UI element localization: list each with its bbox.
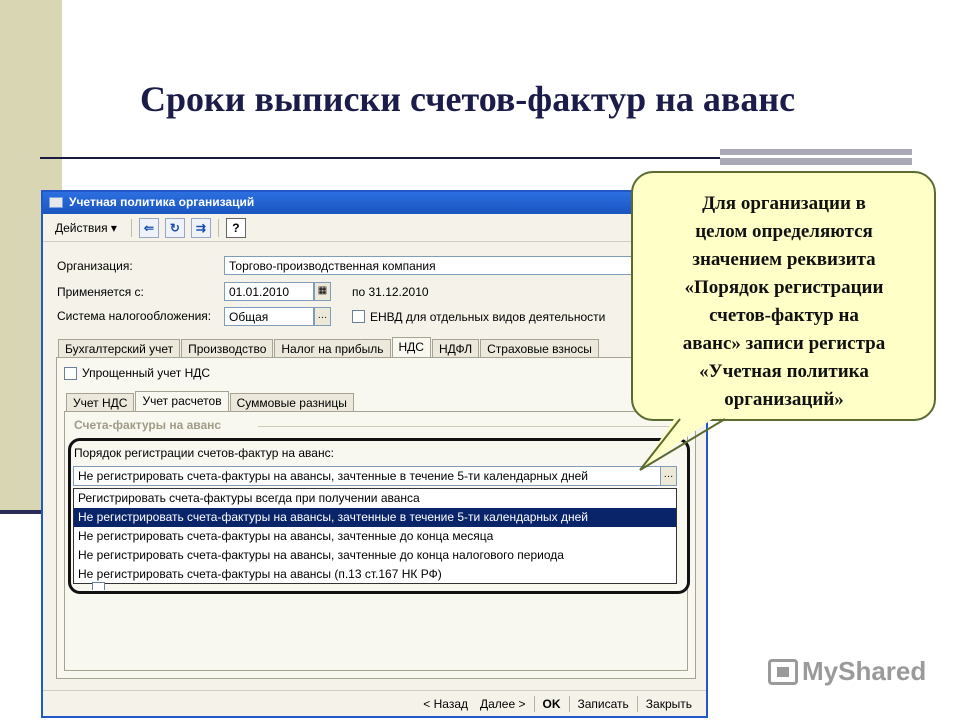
applies-from-date-field[interactable]: 01.01.2010 [224,282,314,301]
back-button[interactable]: < Назад [417,695,474,713]
footer-separator [636,695,638,712]
callout-line: «Порядок регистрации [684,277,884,298]
tax-system-field[interactable]: Общая [224,307,314,326]
watermark: MyShared [768,656,926,687]
advance-invoices-group-title: Счета-фактуры на аванс [74,418,222,432]
toolbar-separator [130,218,132,237]
back-arrow-icon[interactable]: ⇐ [138,217,159,238]
simplified-vat-label: Упрощенный учет НДС [82,366,211,380]
callout-line: счетов-фактур на [709,305,859,326]
main-tabs: Бухгалтерский учет Производство Налог на… [58,337,600,357]
applies-from-label: Применяется с: [57,285,144,299]
tab-insurance-contributions[interactable]: Страховые взносы [480,339,599,357]
actions-menu-button[interactable]: Действия ▾ [49,219,123,237]
ok-button[interactable]: OK [537,695,567,713]
callout-line: «Учетная политика [699,361,869,382]
organization-label: Организация: [57,259,133,273]
subtab-vat-accounting[interactable]: Учет НДС [66,393,135,411]
callout-line: Для организации в [702,193,866,214]
slide-title: Сроки выписки счетов-фактур на аванс [140,79,796,119]
footer-separator [568,695,570,712]
callout-line: организаций» [724,389,844,410]
window-icon [49,197,63,208]
callout-line: значением реквизита [692,249,876,270]
title-underline [40,157,720,159]
tax-system-label: Система налогообложения: [57,309,212,323]
envd-label: ЕНВД для отдельных видов деятельности [370,310,606,324]
footer-separator [533,695,535,712]
subtab-sum-differences[interactable]: Суммовые разницы [229,393,354,411]
decorative-gray-bar [720,149,912,165]
subtab-settlements[interactable]: Учет расчетов [135,391,229,411]
go-to-icon[interactable]: ⇉ [190,217,211,238]
window-footer: < Назад Далее > OK Записать Закрыть [43,684,706,716]
tax-system-select-button[interactable]: … [314,307,331,326]
organization-field[interactable]: Торгово-производственная компания [224,256,634,275]
simplified-vat-checkbox[interactable] [64,367,77,380]
tab-personal-income-tax[interactable]: НДФЛ [431,339,480,357]
window-title: Учетная политика организаций [69,195,255,209]
watermark-text: MyShared [802,656,927,686]
tab-vat[interactable]: НДС [391,337,431,357]
callout-line: целом определяются [695,221,873,242]
toolbar-separator [217,218,219,237]
window-title-bar[interactable]: Учетная политика организаций [43,192,706,214]
save-button[interactable]: Записать [572,695,635,713]
tab-profit-tax[interactable]: Налог на прибыль [274,339,391,357]
envd-checkbox[interactable] [352,310,365,323]
next-button[interactable]: Далее > [474,695,532,713]
window-bottom-bar: < Назад Далее > OK Записать Закрыть [43,690,706,716]
callout-line: аванс» записи регистра [682,333,886,354]
applies-to-label: по 31.12.2010 [352,285,429,299]
vat-subtabs: Учет НДС Учет расчетов Суммовые разницы [66,391,355,411]
watermark-logo-icon [768,658,798,685]
help-button[interactable]: ? [225,217,246,238]
close-button[interactable]: Закрыть [640,695,698,713]
calendar-icon[interactable]: ▦ [314,282,331,301]
group-divider [258,426,678,427]
highlight-frame [68,438,690,594]
refresh-icon[interactable]: ↻ [164,217,185,238]
tab-accounting[interactable]: Бухгалтерский учет [58,339,181,357]
toolbar: Действия ▾ ⇐ ↻ ⇉ ? [43,214,706,242]
callout-text: Для организации в целом определяются зна… [639,190,929,414]
tab-production[interactable]: Производство [181,339,274,357]
